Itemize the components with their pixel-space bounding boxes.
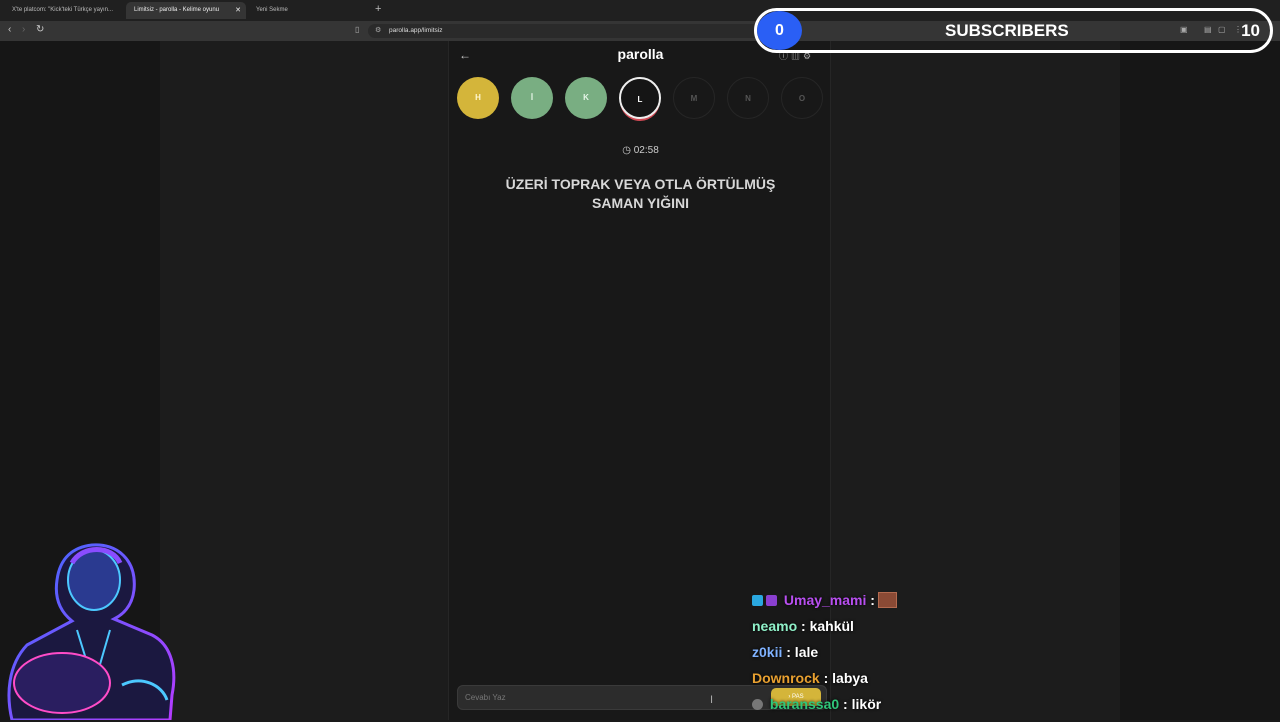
letter-char: N <box>745 94 751 103</box>
chat-separator: : <box>839 696 848 712</box>
chat-message: Downrock : labya <box>752 670 1112 696</box>
question-line-1: ÜZERİ TOPRAK VEYA OTLA ÖRTÜLMÜŞ <box>505 176 776 192</box>
letter-l-current: L <box>619 77 661 119</box>
chat-username: Downrock <box>752 670 820 686</box>
letter-char: İ <box>530 93 534 102</box>
chat-text: likör <box>847 696 882 712</box>
gem-badge-icon <box>752 595 763 606</box>
close-icon[interactable]: ✕ <box>235 6 241 14</box>
timer: ◷ 02:58 <box>449 145 832 156</box>
tab-label: Yeni Sekme <box>256 7 288 13</box>
chat-separator: : <box>782 644 791 660</box>
tab-limitsiz[interactable]: Limitsiz - parolla - Kelime oyunu ✕ <box>126 2 246 19</box>
chat-text: lale <box>790 644 819 660</box>
chat-separator: : <box>797 618 806 634</box>
subscriber-label: SUBSCRIBERS <box>945 21 1069 40</box>
chat-message: neamo : kahkül <box>752 618 1112 644</box>
letter-char: O <box>798 94 806 103</box>
chat-message: Umay_mami : <box>752 592 1112 618</box>
chat-text: kahkül <box>805 618 854 634</box>
sub-badge-icon <box>766 595 777 606</box>
subscriber-goal-overlay: 0 SUBSCRIBERS 10 <box>754 8 1273 53</box>
clock-icon: ◷ <box>622 145 631 156</box>
timer-value: 02:58 <box>633 145 659 156</box>
emote-icon <box>877 592 897 608</box>
letter-i: İ <box>511 77 553 119</box>
tab-new[interactable]: Yeni Sekme <box>248 2 368 19</box>
chat-text: labya <box>828 670 868 686</box>
chat-message: z0kii : lale <box>752 644 1112 670</box>
tab-x-platcom[interactable]: X'te platcom: "Kick'teki Türkçe yayın... <box>4 2 122 19</box>
forward-arrow-icon[interactable]: › <box>22 24 25 35</box>
text-cursor-icon: I <box>710 694 714 706</box>
question-text: ÜZERİ TOPRAK VEYA OTLA ÖRTÜLMÜŞ SAMAN YI… <box>469 175 812 213</box>
letter-o: O <box>781 77 823 119</box>
bot-badge-icon <box>752 699 763 710</box>
letter-n: N <box>727 77 769 119</box>
bookmark-icon[interactable]: ▯ <box>355 25 359 34</box>
tab-label: Limitsiz - parolla - Kelime oyunu <box>134 7 220 13</box>
chat-username: baranssa0 <box>769 696 840 712</box>
letter-char: H <box>475 93 481 102</box>
page-side-left <box>160 41 448 720</box>
letter-char: M <box>690 94 698 103</box>
new-tab-icon[interactable]: + <box>375 3 381 15</box>
letter-k: K <box>565 77 607 119</box>
chat-overlay: Umay_mami : neamo : kahkül z0kii : lale … <box>752 592 1112 722</box>
letter-h: H <box>457 77 499 119</box>
streamer-avatar <box>7 543 176 720</box>
letter-m: M <box>673 77 715 119</box>
subscriber-count: 0 <box>757 11 802 50</box>
letter-char: L <box>637 95 643 104</box>
url-text: parolla.app/limitsiz <box>389 27 443 34</box>
subscriber-goal: 10 <box>1241 21 1260 40</box>
tab-label: X'te platcom: "Kick'teki Türkçe yayın... <box>12 7 114 13</box>
reload-icon[interactable]: ↻ <box>36 24 44 35</box>
question-line-2: SAMAN YIĞINI <box>592 195 689 211</box>
chat-username: z0kii <box>752 644 783 660</box>
chat-separator: : <box>819 670 829 686</box>
back-arrow-icon[interactable]: ‹ <box>8 24 11 35</box>
chat-username: Umay_mami <box>783 592 867 608</box>
letter-char: K <box>583 93 589 102</box>
site-info-icon[interactable]: ⚙ <box>375 26 381 34</box>
page-margin-right <box>1120 41 1280 720</box>
address-bar[interactable]: ⚙ parolla.app/limitsiz <box>368 24 760 38</box>
chat-message: baranssa0 : likör <box>752 696 1112 722</box>
chat-username: neamo <box>752 618 798 634</box>
chat-separator: : <box>866 592 875 608</box>
